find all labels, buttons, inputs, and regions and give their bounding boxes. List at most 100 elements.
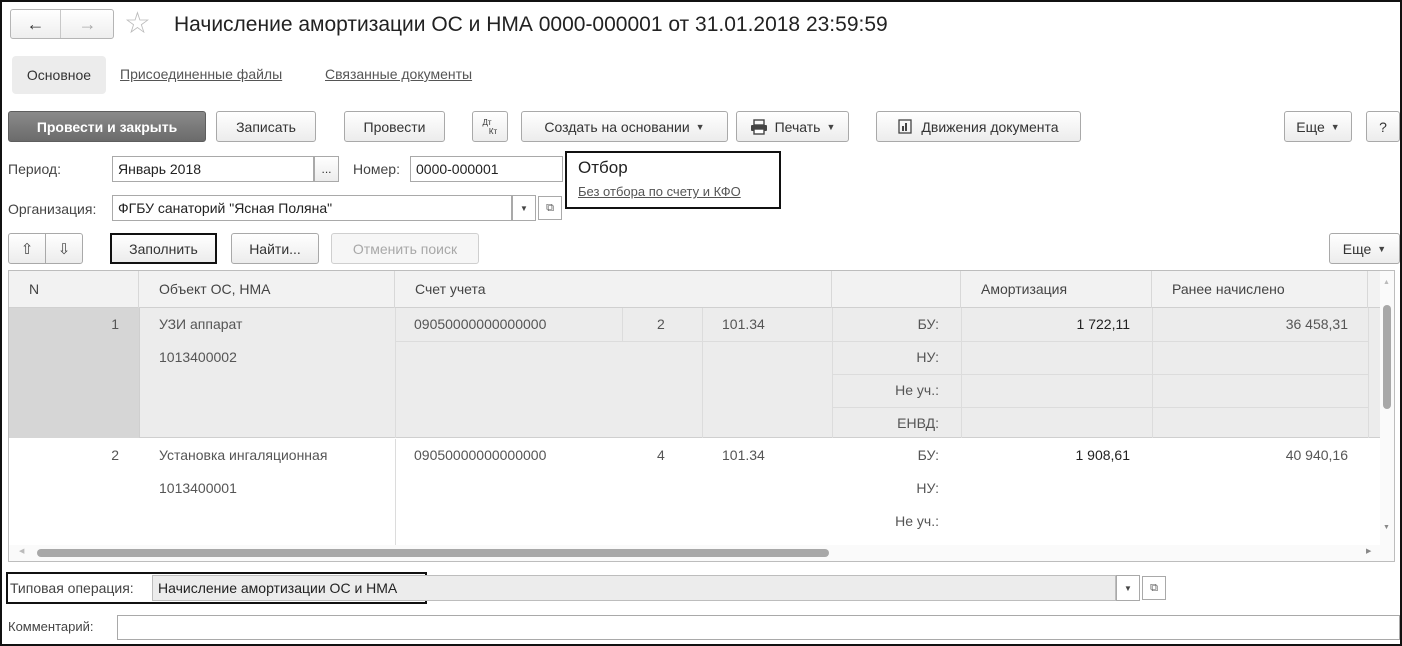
column-header-previous[interactable]: Ранее начислено	[1152, 271, 1368, 308]
row-number: 1	[111, 316, 119, 332]
cancel-search-button[interactable]: Отменить поиск	[331, 233, 479, 264]
operation-open-button[interactable]: ⧉	[1142, 576, 1166, 600]
print-button[interactable]: Печать ▼	[736, 111, 849, 142]
divider	[832, 407, 1368, 408]
scroll-left-icon[interactable]: ◀	[19, 547, 24, 555]
scroll-right-icon[interactable]: ▶	[1366, 547, 1371, 555]
column-header-type[interactable]	[832, 271, 961, 308]
chevron-down-icon: ▼	[826, 121, 836, 132]
scroll-down-icon[interactable]: ▼	[1383, 524, 1390, 531]
move-down-button[interactable]: ⇩	[45, 233, 83, 264]
divider	[139, 308, 140, 438]
column-header-object[interactable]: Объект ОС, НМА	[139, 271, 395, 308]
accounting-type: Не уч.:	[895, 382, 939, 398]
divider	[395, 341, 1368, 342]
chevron-down-icon: ▼	[1377, 243, 1387, 254]
vertical-scrollbar[interactable]: ▲ ▼	[1380, 271, 1394, 561]
operation-value: Начисление амортизации ОС и НМА	[158, 580, 398, 596]
object-name: УЗИ аппарат	[159, 316, 243, 332]
save-button[interactable]: Записать	[216, 111, 316, 142]
scroll-up-icon[interactable]: ▲	[1383, 279, 1390, 286]
horizontal-scrollbar[interactable]: ◀ ▶	[9, 545, 1380, 561]
divider	[961, 308, 962, 438]
kt-label: Кт	[488, 126, 498, 136]
more-label: Еще	[1296, 118, 1325, 135]
find-button[interactable]: Найти...	[231, 233, 319, 264]
period-select-button[interactable]: ...	[314, 156, 339, 182]
table-row[interactable]: 2 Установка ингаляционная 1013400001 090…	[9, 439, 1384, 547]
subaccount: 101.34	[722, 316, 765, 332]
post-and-close-button[interactable]: Провести и закрыть	[8, 111, 206, 142]
tab-attached-files[interactable]: Присоединенные файлы	[120, 66, 282, 82]
arrow-left-icon: ←	[26, 13, 45, 34]
more-button[interactable]: Еще ▼	[1284, 111, 1352, 142]
back-button[interactable]: ←	[11, 10, 61, 38]
divider	[395, 308, 396, 438]
organization-field[interactable]: ФГБУ санаторий "Ясная Поляна"	[112, 195, 512, 221]
favorite-star-icon[interactable]: ☆	[124, 7, 151, 41]
organization-dropdown-button[interactable]: ▼	[512, 195, 536, 221]
operation-dropdown-button[interactable]: ▼	[1116, 575, 1140, 601]
row-number: 2	[111, 447, 119, 463]
column-header-n[interactable]: N	[9, 271, 139, 308]
assets-table: N Объект ОС, НМА Счет учета Амортизация …	[8, 270, 1395, 562]
period-field[interactable]: Январь 2018	[112, 156, 314, 182]
divider	[832, 308, 833, 438]
arrow-down-icon: ⇩	[57, 240, 71, 258]
previous-value: 40 940,16	[1285, 447, 1348, 463]
table-more-button[interactable]: Еще ▼	[1329, 233, 1400, 264]
chevron-down-icon: ▼	[1124, 583, 1132, 593]
inventory-number: 1013400002	[159, 349, 237, 365]
accounting-type: ЕНВД:	[897, 415, 939, 431]
help-button[interactable]: ?	[1366, 111, 1400, 142]
horizontal-scroll-thumb[interactable]	[37, 549, 829, 557]
open-window-icon: ⧉	[1150, 581, 1158, 594]
post-button[interactable]: Провести	[344, 111, 445, 142]
number-label: Номер:	[353, 161, 400, 177]
dt-kt-button[interactable]: Дт Кт	[472, 111, 508, 142]
organization-open-button[interactable]: ⧉	[538, 196, 562, 220]
accounting-type: Не уч.:	[895, 513, 939, 529]
number-field[interactable]: 0000-000001	[410, 156, 563, 182]
filter-title: Отбор	[578, 158, 628, 177]
account-code: 09050000000000000	[414, 316, 547, 332]
arrow-right-icon: →	[78, 13, 97, 34]
arrow-up-icon: ⇧	[20, 240, 34, 258]
divider	[622, 308, 623, 341]
tab-related-documents[interactable]: Связанные документы	[325, 66, 472, 82]
dt-label: Дт	[482, 117, 492, 127]
accounting-type: БУ:	[917, 447, 939, 463]
vertical-scroll-thumb[interactable]	[1383, 305, 1391, 409]
comment-field[interactable]	[117, 615, 1400, 640]
operation-field[interactable]: Начисление амортизации ОС и НМА	[152, 575, 1116, 601]
divider	[1368, 308, 1369, 438]
create-based-on-label: Создать на основании	[544, 118, 690, 135]
column-header-amortization[interactable]: Амортизация	[961, 271, 1152, 308]
period-label: Период:	[8, 161, 61, 177]
print-label: Печать	[774, 118, 821, 135]
table-header: N Объект ОС, НМА Счет учета Амортизация …	[9, 271, 1394, 308]
column-header-account[interactable]: Счет учета	[395, 271, 832, 308]
operation-label: Типовая операция:	[10, 580, 134, 596]
chevron-down-icon: ▼	[1330, 121, 1340, 132]
move-up-button[interactable]: ⇧	[8, 233, 46, 264]
filter-link[interactable]: Без отбора по счету и КФО	[578, 184, 741, 199]
amortization-value: 1 722,11	[1076, 316, 1130, 332]
accounting-type: НУ:	[916, 480, 939, 496]
comment-label: Комментарий:	[8, 619, 94, 634]
forward-button[interactable]: →	[62, 10, 113, 38]
previous-value: 36 458,31	[1285, 316, 1348, 332]
kfo-code: 4	[657, 447, 665, 463]
accounting-type: НУ:	[916, 349, 939, 365]
create-based-on-button[interactable]: Создать на основании ▼	[521, 111, 728, 142]
chevron-down-icon: ▼	[695, 121, 705, 132]
accounting-type: БУ:	[917, 316, 939, 332]
fill-button[interactable]: Заполнить	[110, 233, 217, 264]
nav-buttons: ← →	[10, 9, 114, 39]
document-movements-button[interactable]: Движения документа	[876, 111, 1081, 142]
kfo-code: 2	[657, 316, 665, 332]
tab-main[interactable]: Основное	[12, 56, 106, 94]
document-movements-label: Движения документа	[921, 118, 1059, 135]
table-row[interactable]: 1 УЗИ аппарат 1013400002 090500000000000…	[9, 308, 1384, 438]
organization-label: Организация:	[8, 201, 97, 217]
